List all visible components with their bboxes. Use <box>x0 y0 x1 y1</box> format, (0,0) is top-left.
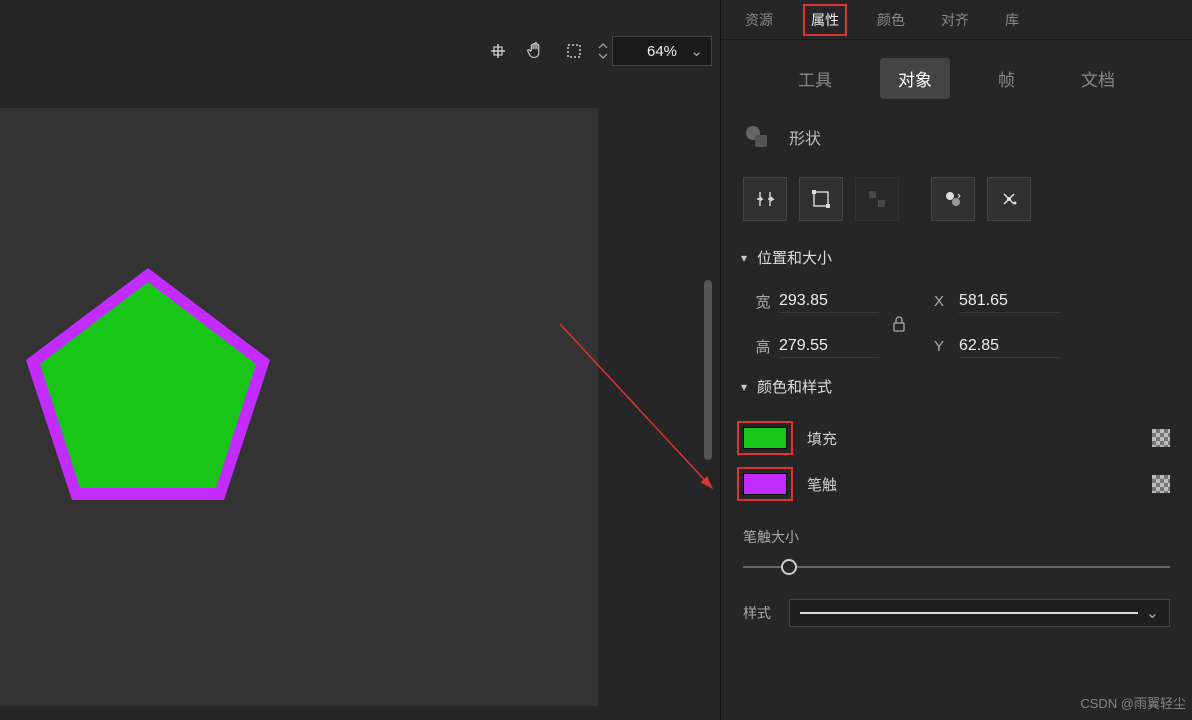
zoom-stepper[interactable] <box>598 42 608 60</box>
tab-properties[interactable]: 属性 <box>803 4 847 36</box>
slider-thumb[interactable] <box>781 559 797 575</box>
flip-horizontal-button[interactable] <box>743 177 787 221</box>
section-title: 位置和大小 <box>757 247 832 268</box>
zoom-combo[interactable]: 64% ⌄ <box>612 36 712 66</box>
height-label: 高 <box>747 336 779 357</box>
stroke-row: 笔触 <box>737 461 1176 507</box>
subtab-tool[interactable]: 工具 <box>780 58 850 99</box>
object-sub-tabs: 工具 对象 帧 文档 <box>721 40 1192 109</box>
stroke-swatch-highlight <box>737 467 793 501</box>
stroke-style-select[interactable]: ⌄ <box>789 599 1170 627</box>
subtab-object[interactable]: 对象 <box>880 58 950 99</box>
fill-label: 填充 <box>807 428 837 449</box>
swap-colors-button[interactable] <box>931 177 975 221</box>
zoom-down-icon[interactable] <box>598 52 608 60</box>
x-label: X <box>919 293 959 310</box>
fill-swatch-highlight <box>737 421 793 455</box>
shape-tool-row <box>721 173 1192 239</box>
fill-row: 填充 <box>737 415 1176 461</box>
height-input[interactable]: 279.55 <box>779 335 879 358</box>
canvas-scrollbar[interactable] <box>704 280 712 460</box>
stroke-style-preview <box>800 612 1138 614</box>
chevron-down-icon: ⌄ <box>690 42 703 60</box>
width-label: 宽 <box>747 291 779 312</box>
disabled-tool-button <box>855 177 899 221</box>
canvas-stage[interactable] <box>0 108 598 706</box>
tab-resources[interactable]: 资源 <box>739 6 779 34</box>
style-label: 样式 <box>743 603 771 623</box>
section-color-style[interactable]: ▾ 颜色和样式 <box>721 368 1192 405</box>
subtab-document[interactable]: 文档 <box>1063 58 1133 99</box>
canvas-area: 64% ⌄ <box>0 0 720 720</box>
x-input[interactable]: 581.65 <box>959 290 1059 313</box>
zoom-up-icon[interactable] <box>598 42 608 50</box>
lock-aspect-button[interactable] <box>879 315 919 333</box>
scale-corners-button[interactable] <box>799 177 843 221</box>
y-label: Y <box>919 338 959 355</box>
width-input[interactable]: 293.85 <box>779 290 879 313</box>
position-grid: 宽 293.85 X 581.65 高 279.55 Y 62.85 <box>721 276 1192 368</box>
hand-tool-icon[interactable] <box>522 37 550 65</box>
stroke-style-row: 样式 ⌄ <box>721 581 1192 645</box>
center-align-icon[interactable] <box>484 37 512 65</box>
tab-library[interactable]: 库 <box>999 6 1025 34</box>
canvas-toolbar: 64% ⌄ <box>484 36 712 66</box>
shape-row: 形状 <box>721 109 1192 173</box>
crop-tool-icon[interactable] <box>560 37 588 65</box>
pentagon-shape[interactable] <box>22 264 274 504</box>
zoom-control[interactable]: 64% ⌄ <box>598 36 712 66</box>
slider-track-line <box>743 566 1170 568</box>
subtab-frame[interactable]: 帧 <box>980 58 1033 99</box>
panel-top-tabs: 资源 属性 颜色 对齐 库 <box>721 0 1192 40</box>
tab-align[interactable]: 对齐 <box>935 6 975 34</box>
stroke-size-label: 笔触大小 <box>743 527 1170 547</box>
stroke-size-slider[interactable] <box>743 557 1170 577</box>
section-position-size[interactable]: ▾ 位置和大小 <box>721 239 1192 276</box>
chevron-down-icon: ▾ <box>741 380 747 394</box>
panel-scrollbar[interactable] <box>1184 0 1190 720</box>
section-title: 颜色和样式 <box>757 376 832 397</box>
shape-icon <box>743 123 771 151</box>
zoom-value: 64% <box>647 43 677 60</box>
color-rows: 填充 笔触 <box>721 405 1192 517</box>
y-input[interactable]: 62.85 <box>959 335 1059 358</box>
stroke-size-section: 笔触大小 <box>721 517 1192 581</box>
tab-colors[interactable]: 颜色 <box>871 6 911 34</box>
stroke-swatch[interactable] <box>743 473 787 495</box>
stroke-label: 笔触 <box>807 474 837 495</box>
properties-panel: 资源 属性 颜色 对齐 库 工具 对象 帧 文档 形状 ▾ <box>720 0 1192 720</box>
break-apart-button[interactable] <box>987 177 1031 221</box>
transparency-icon[interactable] <box>1152 475 1170 493</box>
chevron-down-icon: ▾ <box>741 251 747 265</box>
chevron-down-icon: ⌄ <box>1146 603 1159 623</box>
transparency-icon[interactable] <box>1152 429 1170 447</box>
shape-label: 形状 <box>789 125 821 149</box>
fill-swatch[interactable] <box>743 427 787 449</box>
